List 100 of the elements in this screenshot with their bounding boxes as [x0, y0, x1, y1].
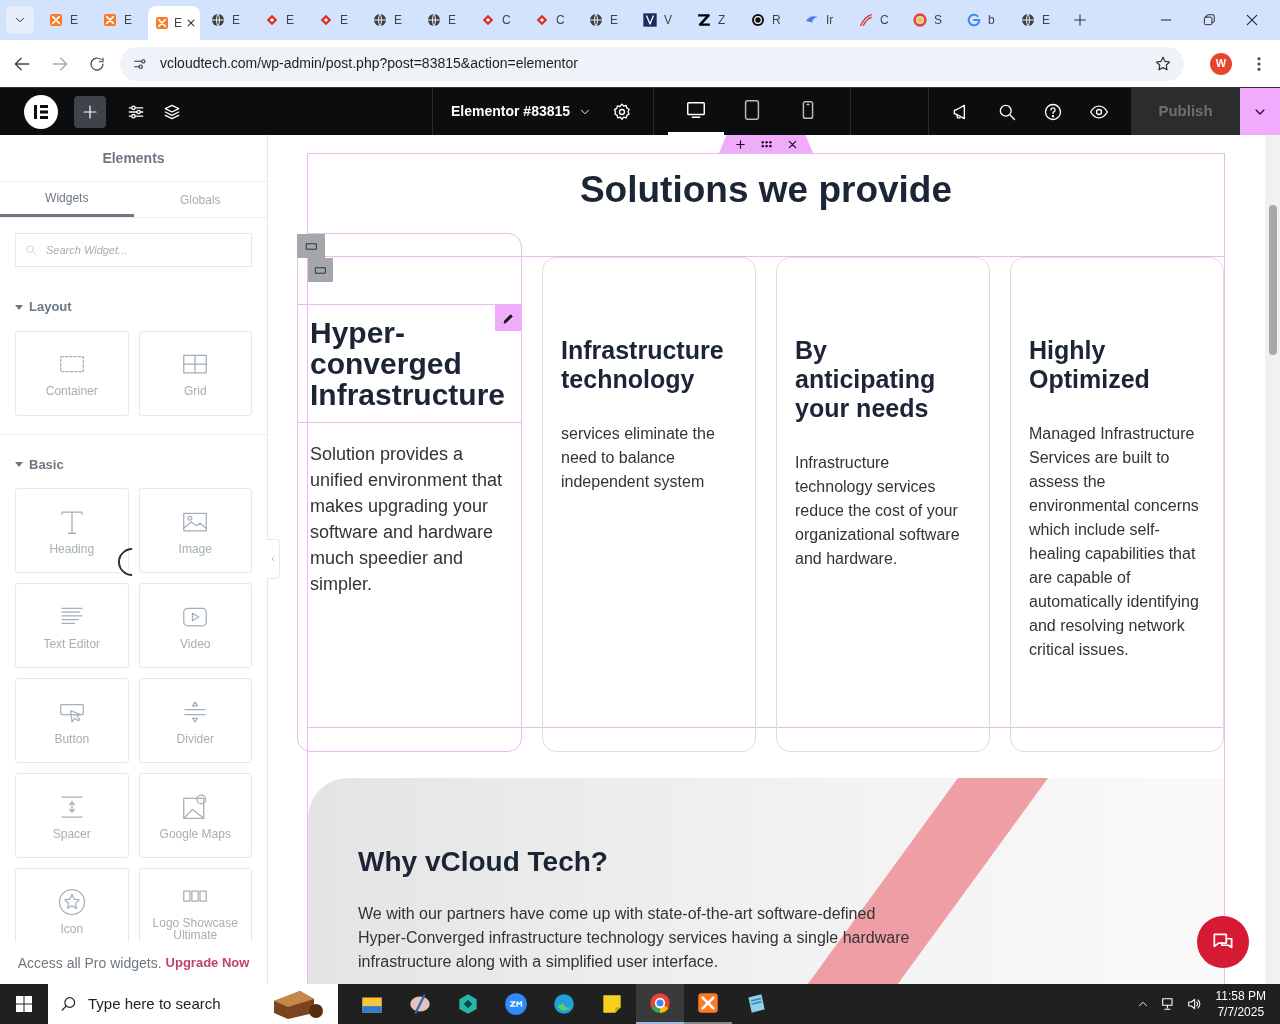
browser-tab[interactable]: E: [256, 5, 308, 35]
swoosh-icon: [858, 12, 874, 28]
browser-tab[interactable]: E: [580, 5, 632, 35]
service-card[interactable]: By anticipating your needs Infrastructure technology services reduce the cost of your organizational software and hardware.: [776, 257, 990, 752]
restore-icon[interactable]: [1202, 13, 1216, 27]
v-logo-icon: [642, 12, 658, 28]
container-handle[interactable]: [297, 234, 325, 258]
diamond-icon: [264, 12, 280, 28]
g-logo-icon: [966, 12, 982, 28]
panel-tab[interactable]: Widgets: [0, 182, 134, 217]
star-circle-icon: [56, 886, 87, 917]
z-logo-icon: [696, 12, 712, 28]
browser-tab[interactable]: R: [742, 5, 794, 35]
close-icon[interactable]: [786, 138, 798, 150]
windows-logo-icon: [16, 996, 32, 1012]
browser-tab[interactable]: E: [310, 5, 362, 35]
clock[interactable]: 11:58 PM 7/7/2025: [1215, 988, 1266, 1020]
square-x-icon: [102, 12, 118, 28]
globe-icon: [588, 12, 604, 28]
browser-tab[interactable]: E: [1012, 5, 1064, 35]
edge-icon: [551, 991, 577, 1017]
card-title: Infrastructure technology: [561, 336, 725, 394]
search-icon: [60, 995, 78, 1013]
browser-tab[interactable]: C: [472, 5, 524, 35]
add-element-button[interactable]: [74, 95, 106, 128]
caret-left-icon: [269, 555, 277, 563]
card-title: By anticipating your needs: [795, 336, 937, 423]
browser-tab[interactable]: Z: [688, 5, 740, 35]
browser-tab[interactable]: E: [148, 6, 200, 40]
speaker-icon[interactable]: [1185, 996, 1202, 1012]
settings-icon[interactable]: [612, 101, 633, 122]
container-handle[interactable]: [308, 258, 333, 282]
card-text: services eliminate the need to balance independent system: [561, 424, 716, 492]
card-text: Solution provides a unified environment that makes upgrading your software and hardware much speedier and simpler.: [310, 443, 504, 596]
bookmark-star-icon[interactable]: [1154, 54, 1172, 73]
card-text: Managed Infrastructure Services are built to assess the environmental concerns which include self-healing capabilities that are capable of automatically identifying and resolving network critical issues.: [1029, 424, 1200, 660]
service-card[interactable]: Hyper-converged Infrastructure Solution provides a unified environment that makes upgrading your software and hardware much speedier and simpler.: [297, 233, 522, 752]
scrollbar[interactable]: [1265, 135, 1280, 984]
new-tab-icon[interactable]: [1072, 12, 1088, 28]
chat-button[interactable]: [1197, 916, 1249, 968]
reload-icon[interactable]: [88, 54, 106, 73]
circle-icon: [912, 12, 928, 28]
ring-icon: [750, 12, 766, 28]
desktop-icon: [685, 99, 707, 121]
paint-palette-icon: [407, 991, 433, 1017]
browser-tab[interactable]: b: [958, 5, 1010, 35]
upgrade-now-link[interactable]: Upgrade Now: [165, 953, 250, 973]
section-heading: Solutions we provide: [578, 170, 954, 210]
browser-tab[interactable]: E: [418, 5, 470, 35]
plus-icon[interactable]: [734, 138, 746, 150]
diamond-icon: [318, 12, 334, 28]
globe-icon: [210, 12, 226, 28]
card-title: Highly Optimized: [1029, 336, 1151, 394]
globe-icon: [372, 12, 388, 28]
browser-tab[interactable]: E: [94, 5, 146, 35]
square-x-icon: [154, 15, 170, 31]
logo-mark-icon: [32, 102, 50, 121]
document-title-dropdown[interactable]: Elementor #83815: [451, 101, 593, 122]
url-text: vcloudtech.com/wp-admin/post.php?post=83815&action=elementor: [160, 54, 579, 73]
diamond-icon: [534, 12, 550, 28]
service-card[interactable]: [1010, 257, 1224, 752]
browser-tab[interactable]: Ir: [796, 5, 848, 35]
edit-widget-button[interactable]: [495, 305, 521, 331]
square-x-icon: [695, 990, 721, 1016]
pro-widgets-note: Access all Pro widgets.: [17, 953, 162, 973]
section-handle[interactable]: [719, 135, 813, 153]
card-text: Infrastructure technology services reduce the cost of your organizational software and hardware.: [795, 453, 961, 569]
browser-tab[interactable]: E: [364, 5, 416, 35]
square-x-icon: [48, 12, 64, 28]
zoom-icon: [503, 991, 529, 1017]
elementor-logo[interactable]: [24, 94, 58, 129]
address-bar[interactable]: vcloudtech.com/wp-admin/post.php?post=83815&action=elementor: [120, 46, 1184, 81]
why-heading: Why vCloud Tech?: [358, 846, 609, 878]
caret-icon: [15, 302, 23, 311]
chrome-icon: [647, 990, 673, 1016]
section-toggle[interactable]: Basic: [15, 454, 252, 474]
close-icon[interactable]: [186, 18, 196, 28]
browser-tab[interactable]: C: [526, 5, 578, 35]
search-widget-field[interactable]: Search Widget...: [15, 233, 252, 267]
panel-title: Elements: [0, 135, 267, 182]
diamond-icon: [480, 12, 496, 28]
pencil-icon: [501, 311, 515, 325]
search-icon: [25, 244, 37, 256]
close-icon[interactable]: [1244, 12, 1260, 28]
profile-avatar[interactable]: W: [1210, 52, 1232, 75]
browser-tab[interactable]: V: [634, 5, 686, 35]
section-toggle[interactable]: Layout: [15, 297, 252, 317]
service-card[interactable]: Infrastructure technology services eliminate the need to balance independent system: [542, 257, 756, 752]
globe-icon: [426, 12, 442, 28]
browser-tab[interactable]: E: [202, 5, 254, 35]
why-text: We with our partners have come up with state-of-the-art software-defined Hyper-Converged infrastructure technology services having a single hardware infrastructure along with a simplified user interface.: [358, 904, 911, 972]
browser-tab[interactable]: C: [850, 5, 902, 35]
browser-tab[interactable]: S: [904, 5, 956, 35]
help-icon[interactable]: [1043, 101, 1063, 122]
browser-tab[interactable]: E: [40, 5, 92, 35]
globe-icon: [1020, 12, 1036, 28]
caret-icon: [15, 460, 23, 469]
taskbar-app-button[interactable]: [636, 984, 684, 1024]
taskbar-search-field[interactable]: Type here to search: [48, 984, 338, 1024]
network-icon[interactable]: [1159, 996, 1176, 1012]
